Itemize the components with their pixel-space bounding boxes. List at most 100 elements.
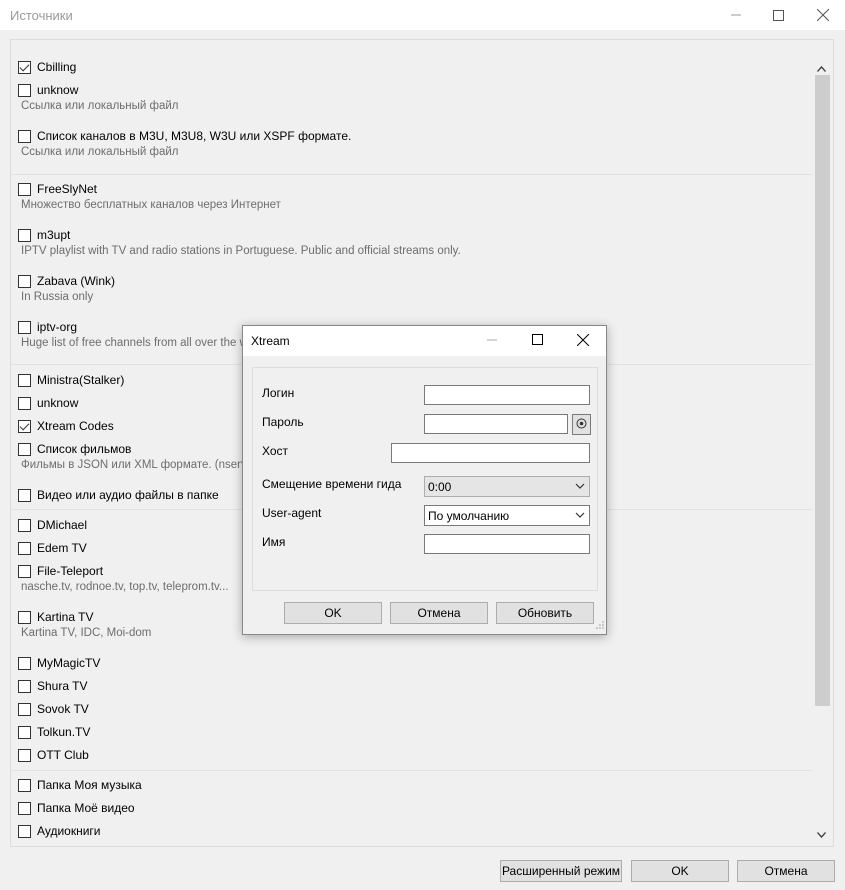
- divider: [11, 770, 814, 771]
- minimize-button[interactable]: [713, 0, 759, 30]
- maximize-button[interactable]: [755, 0, 801, 30]
- source-item-cbilling[interactable]: Cbilling: [18, 57, 76, 77]
- checkbox[interactable]: [18, 824, 31, 838]
- host-input[interactable]: [391, 443, 590, 463]
- scrollbar-thumb[interactable]: [815, 75, 830, 706]
- source-item-tolkun-tv[interactable]: Tolkun.TV: [18, 722, 90, 742]
- dialog-refresh-button[interactable]: Обновить: [496, 602, 594, 624]
- time-shift-value: 0:00: [428, 479, 452, 494]
- checkbox[interactable]: [18, 419, 31, 433]
- source-label: File-Teleport: [37, 564, 104, 578]
- source-item-kartina-tv[interactable]: Kartina TV: [18, 607, 93, 627]
- checkbox[interactable]: [18, 320, 31, 334]
- source-item-unknow-2[interactable]: unknow: [18, 393, 78, 413]
- checkbox[interactable]: [18, 702, 31, 716]
- checkbox[interactable]: [18, 518, 31, 532]
- source-item-m3upt[interactable]: m3upt: [18, 225, 70, 245]
- source-item-freeslynet[interactable]: FreeSlyNet: [18, 179, 97, 199]
- source-label: Shura TV: [37, 679, 88, 693]
- source-desc: Ссылка или локальный файл: [21, 100, 179, 112]
- source-item-shura-tv[interactable]: Shura TV: [18, 676, 87, 696]
- cancel-button[interactable]: Отмена: [737, 860, 835, 882]
- password-input[interactable]: [424, 414, 568, 434]
- source-desc: nasche.tv, rodnoe.tv, top.tv, teleprom.t…: [21, 581, 229, 593]
- source-desc: Множество бесплатных каналов через Интер…: [21, 199, 281, 211]
- eye-icon: [576, 418, 587, 432]
- ok-button[interactable]: OK: [631, 860, 729, 882]
- source-item-edem-tv[interactable]: Edem TV: [18, 538, 87, 558]
- source-desc: In Russia only: [21, 291, 94, 303]
- source-item-ministra[interactable]: Ministra(Stalker): [18, 370, 124, 390]
- source-item-zabava[interactable]: Zabava (Wink): [18, 271, 115, 291]
- source-item-unknow[interactable]: unknow: [18, 80, 78, 100]
- checkbox[interactable]: [18, 274, 31, 288]
- title-bar: Источники: [0, 0, 845, 30]
- source-item-ott-club[interactable]: OTT Club: [18, 745, 89, 765]
- dialog-title-bar: Xtream: [243, 326, 606, 356]
- dialog-cancel-button[interactable]: Отмена: [390, 602, 488, 624]
- source-item-m3u[interactable]: Список каналов в M3U, M3U8, W3U или XSPF…: [18, 126, 351, 146]
- close-button[interactable]: [800, 0, 845, 30]
- source-label: unknow: [37, 83, 79, 97]
- checkbox[interactable]: [18, 725, 31, 739]
- checkbox[interactable]: [18, 656, 31, 670]
- checkbox[interactable]: [18, 442, 31, 456]
- source-label: Edem TV: [37, 541, 87, 555]
- checkbox[interactable]: [18, 182, 31, 196]
- checkbox[interactable]: [18, 83, 31, 97]
- checkbox[interactable]: [18, 564, 31, 578]
- checkbox[interactable]: [18, 60, 31, 74]
- scroll-up-button[interactable]: [813, 60, 830, 76]
- source-item-mymagictv[interactable]: MyMagicTV: [18, 653, 100, 673]
- checkbox[interactable]: [18, 129, 31, 143]
- source-item-file-teleport[interactable]: File-Teleport: [18, 561, 103, 581]
- source-item-xtream-codes[interactable]: Xtream Codes: [18, 416, 114, 436]
- source-desc: Huge list of free channels from all over…: [21, 337, 268, 349]
- source-item-media-folder[interactable]: Видео или аудио файлы в папке: [18, 485, 219, 505]
- source-item-my-video[interactable]: Папка Моё видео: [18, 798, 135, 818]
- maximize-icon: [772, 9, 784, 21]
- resize-grip-icon[interactable]: [596, 618, 604, 632]
- source-desc: Ссылка или локальный файл: [21, 146, 179, 158]
- name-input[interactable]: [424, 534, 590, 554]
- close-icon: [576, 333, 590, 349]
- chevron-down-icon: [574, 509, 586, 524]
- checkbox[interactable]: [18, 610, 31, 624]
- advanced-mode-button[interactable]: Расширенный режим: [500, 860, 622, 882]
- checkbox[interactable]: [18, 228, 31, 242]
- source-item-movie-list[interactable]: Список фильмов: [18, 439, 131, 459]
- source-label: MyMagicTV: [37, 656, 101, 670]
- checkbox[interactable]: [18, 488, 31, 502]
- source-item-my-music[interactable]: Папка Моя музыка: [18, 775, 142, 795]
- user-agent-select[interactable]: По умолчанию: [424, 505, 590, 526]
- checkbox[interactable]: [18, 801, 31, 815]
- source-label: Kartina TV: [37, 610, 94, 624]
- dialog-maximize-button[interactable]: [514, 326, 560, 356]
- source-label: Xtream Codes: [37, 419, 114, 433]
- checkbox[interactable]: [18, 373, 31, 387]
- dialog-minimize-button[interactable]: [469, 326, 515, 356]
- close-icon: [817, 9, 829, 21]
- dialog-close-button[interactable]: [560, 326, 606, 356]
- minimize-icon: [487, 334, 497, 348]
- login-input[interactable]: [424, 385, 590, 405]
- source-desc: IPTV playlist with TV and radio stations…: [21, 245, 461, 257]
- checkbox[interactable]: [18, 778, 31, 792]
- show-password-button[interactable]: [572, 414, 591, 435]
- source-item-sovok-tv[interactable]: Sovok TV: [18, 699, 89, 719]
- scroll-down-button[interactable]: [813, 826, 830, 842]
- source-item-audiobooks[interactable]: Аудиокниги: [18, 821, 101, 841]
- checkbox[interactable]: [18, 748, 31, 762]
- source-item-dmichael[interactable]: DMichael: [18, 515, 87, 535]
- checkbox[interactable]: [18, 541, 31, 555]
- source-label: OTT Club: [37, 748, 89, 762]
- source-label: Ministra(Stalker): [37, 373, 125, 387]
- source-label: DMichael: [37, 518, 88, 532]
- dialog-ok-button[interactable]: OK: [284, 602, 382, 624]
- source-item-iptv-org[interactable]: iptv-org: [18, 317, 77, 337]
- time-shift-select[interactable]: 0:00: [424, 476, 590, 497]
- login-label: Логин: [262, 386, 295, 400]
- source-label: Аудиокниги: [37, 824, 101, 838]
- checkbox[interactable]: [18, 679, 31, 693]
- checkbox[interactable]: [18, 396, 31, 410]
